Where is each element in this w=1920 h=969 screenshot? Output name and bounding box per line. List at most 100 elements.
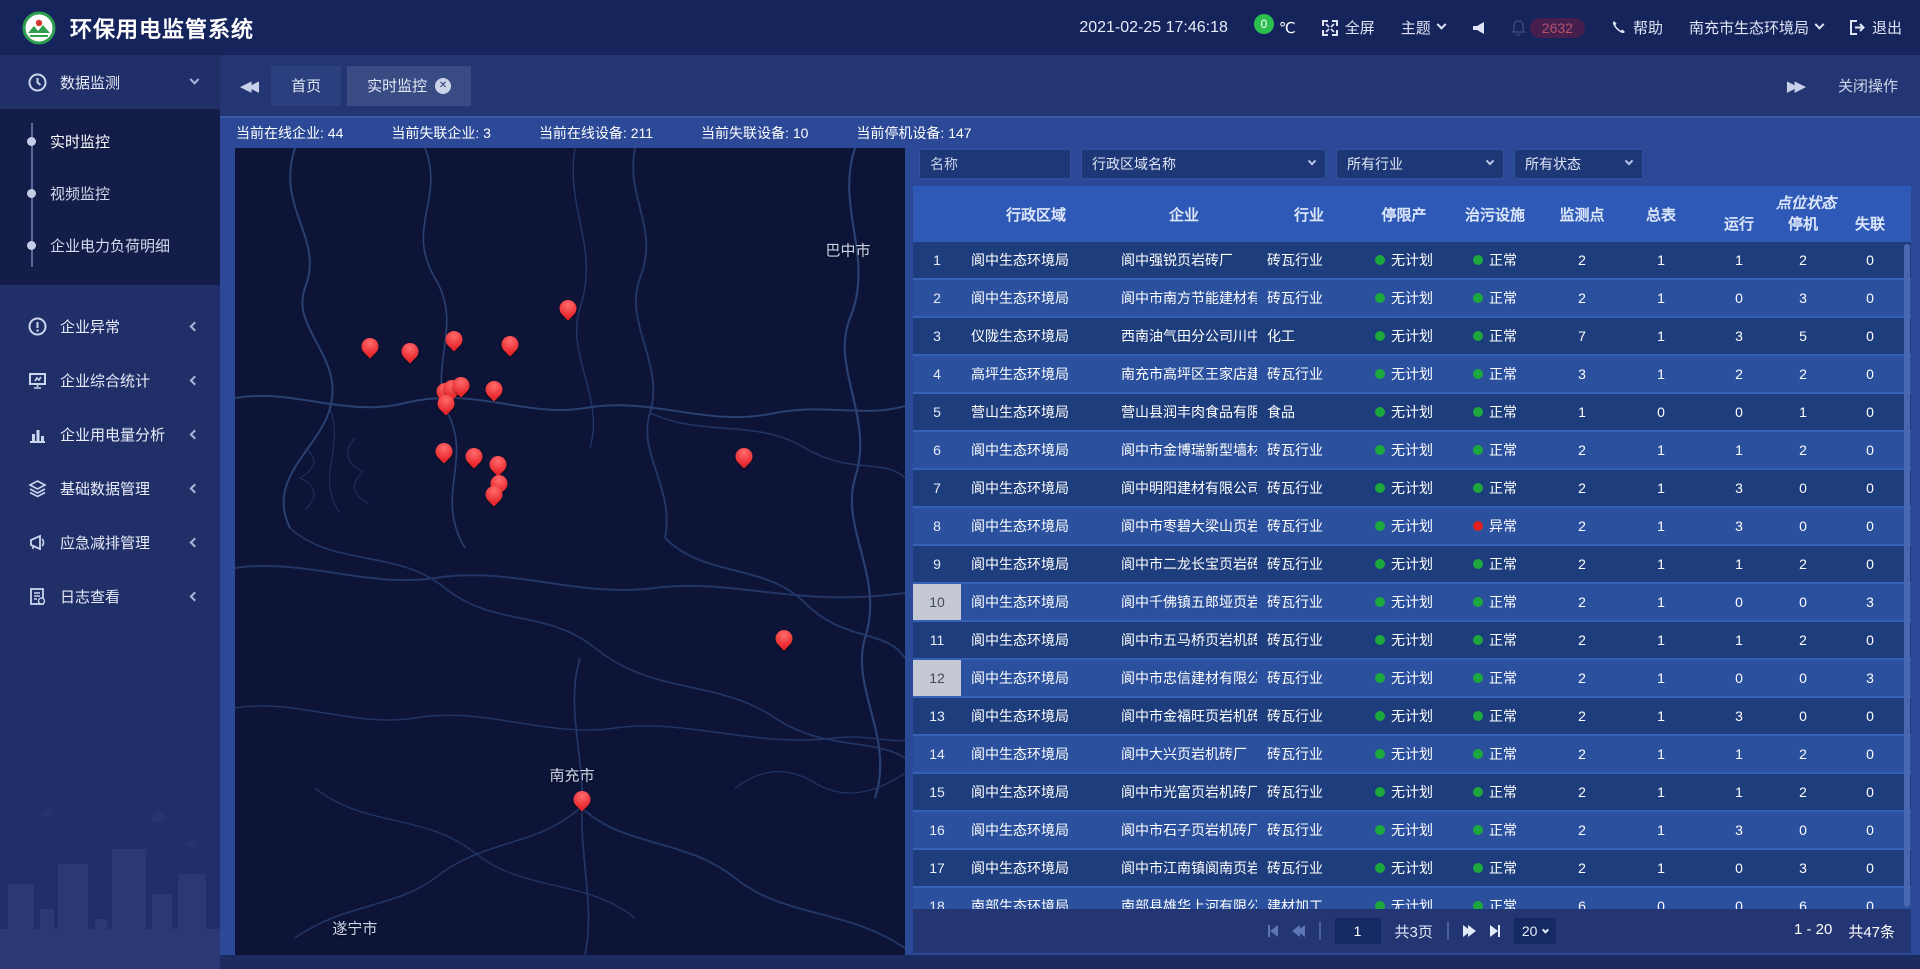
first-page-button[interactable] bbox=[1268, 925, 1278, 937]
table-row[interactable]: 4高坪生态环境局南充市高坪区王家店建砖瓦行业无计划正常31220 bbox=[913, 356, 1911, 394]
cell-monitor-count: 7 bbox=[1543, 318, 1621, 354]
status-dot-green-icon bbox=[1375, 293, 1385, 303]
cell-monitor-count: 2 bbox=[1543, 508, 1621, 544]
stat-value: 10 bbox=[793, 125, 809, 141]
cell-index: 11 bbox=[913, 622, 961, 658]
tab-close-icon[interactable]: ✕ bbox=[435, 78, 451, 94]
table-row[interactable]: 10阆中生态环境局阆中千佛镇五郎垭页岩砖瓦行业无计划正常21003 bbox=[913, 584, 1911, 622]
sidebar-item-realtime-monitor[interactable]: 实时监控 bbox=[0, 115, 220, 167]
notifications[interactable]: 2632 bbox=[1511, 18, 1585, 38]
cell-stop-count: 0 bbox=[1777, 584, 1829, 620]
cell-stop-count: 3 bbox=[1777, 280, 1829, 316]
cell-index: 13 bbox=[913, 698, 961, 734]
cell-facility-status: 正常 bbox=[1447, 774, 1543, 810]
limit-status-label: 无计划 bbox=[1391, 592, 1433, 612]
name-filter-input[interactable] bbox=[919, 149, 1071, 179]
table-row[interactable]: 9阆中生态环境局阆中市二龙长宝页岩砖砖瓦行业无计划正常21120 bbox=[913, 546, 1911, 584]
cell-region: 阆中生态环境局 bbox=[961, 812, 1111, 848]
table-row[interactable]: 6阆中生态环境局阆中市金博瑞新型墙材砖瓦行业无计划正常21120 bbox=[913, 432, 1911, 470]
cell-facility-status: 正常 bbox=[1447, 660, 1543, 696]
limit-status-label: 无计划 bbox=[1391, 554, 1433, 574]
limit-status-label: 无计划 bbox=[1391, 896, 1433, 909]
theme-dropdown[interactable]: 主题 bbox=[1401, 17, 1445, 38]
cell-monitor-count: 2 bbox=[1543, 660, 1621, 696]
stat-label: 当前在线企业: bbox=[236, 125, 328, 141]
map-panel[interactable]: 巴中市南充市遂宁市 bbox=[235, 148, 905, 955]
tab-label: 实时监控 bbox=[367, 75, 427, 96]
cell-index: 18 bbox=[913, 888, 961, 909]
close-operations-button[interactable]: 关闭操作 bbox=[1838, 75, 1898, 96]
tab-strip: ◀◀ 首页 实时监控 ✕ ▶▶ 关闭操作 bbox=[220, 55, 1920, 118]
table-row[interactable]: 13阆中生态环境局阆中市金福旺页岩机砖砖瓦行业无计划正常21300 bbox=[913, 698, 1911, 736]
status-dot-green-icon bbox=[1375, 597, 1385, 607]
cell-company: 西南油气田分公司川中 bbox=[1111, 318, 1257, 354]
sidebar-item-label: 企业用电量分析 bbox=[60, 424, 165, 445]
next-page-button[interactable] bbox=[1463, 925, 1476, 937]
theme-label: 主题 bbox=[1401, 17, 1431, 38]
table-row[interactable]: 1阆中生态环境局阆中强锐页岩砖厂砖瓦行业无计划正常21120 bbox=[913, 242, 1911, 280]
table-row[interactable]: 12阆中生态环境局阆中市忠信建材有限公砖瓦行业无计划正常21003 bbox=[913, 660, 1911, 698]
sidebar-submenu: 实时监控 视频监控 企业电力负荷明细 bbox=[0, 109, 220, 285]
table-row[interactable]: 15阆中生态环境局阆中市光富页岩机砖厂砖瓦行业无计划正常21120 bbox=[913, 774, 1911, 812]
tabs-scroll-left-button[interactable]: ◀◀ bbox=[230, 77, 265, 95]
table-row[interactable]: 5营山生态环境局营山县润丰肉食品有限食品无计划正常10010 bbox=[913, 394, 1911, 432]
table-row[interactable]: 8阆中生态环境局阆中市枣碧大梁山页岩砖瓦行业无计划异常21300 bbox=[913, 508, 1911, 546]
tab-realtime-monitor[interactable]: 实时监控 ✕ bbox=[347, 66, 471, 106]
sidebar-item-enterprise-abnormal[interactable]: 企业异常 bbox=[0, 299, 220, 353]
help-button[interactable]: 帮助 bbox=[1611, 17, 1663, 38]
sidebar-item-power-load-detail[interactable]: 企业电力负荷明细 bbox=[0, 219, 220, 271]
sidebar-item-emission-reduction[interactable]: 应急减排管理 bbox=[0, 515, 220, 569]
last-page-button[interactable] bbox=[1490, 925, 1500, 937]
table-row[interactable]: 17阆中生态环境局阆中市江南镇阆南页岩砖瓦行业无计划正常21030 bbox=[913, 850, 1911, 888]
cell-total-meter: 1 bbox=[1621, 546, 1701, 582]
cell-stop-count: 2 bbox=[1777, 736, 1829, 772]
fullscreen-button[interactable]: 全屏 bbox=[1322, 17, 1375, 38]
divider bbox=[1319, 922, 1321, 940]
sidebar-item-video-monitor[interactable]: 视频监控 bbox=[0, 167, 220, 219]
sidebar-item-power-analysis[interactable]: 企业用电量分析 bbox=[0, 407, 220, 461]
fullscreen-label: 全屏 bbox=[1345, 17, 1375, 38]
bullet-dot-icon bbox=[27, 137, 36, 146]
cell-region: 阆中生态环境局 bbox=[961, 736, 1111, 772]
tab-home[interactable]: 首页 bbox=[271, 66, 341, 106]
sidebar-item-label: 企业综合统计 bbox=[60, 370, 150, 391]
industry-filter-select[interactable]: 所有行业 bbox=[1336, 149, 1504, 179]
chevron-left-icon bbox=[190, 321, 200, 331]
sidebar-item-enterprise-stats[interactable]: 企业综合统计 bbox=[0, 353, 220, 407]
table-row[interactable]: 3仪陇生态环境局西南油气田分公司川中化工无计划正常71350 bbox=[913, 318, 1911, 356]
cell-facility-status: 正常 bbox=[1447, 280, 1543, 316]
table-row[interactable]: 16阆中生态环境局阆中市石子页岩机砖厂砖瓦行业无计划正常21300 bbox=[913, 812, 1911, 850]
cell-company: 营山县润丰肉食品有限 bbox=[1111, 394, 1257, 430]
cell-monitor-count: 2 bbox=[1543, 242, 1621, 278]
cell-monitor-count: 2 bbox=[1543, 774, 1621, 810]
cell-total-meter: 1 bbox=[1621, 508, 1701, 544]
table-row[interactable]: 2阆中生态环境局阆中市南方节能建材有砖瓦行业无计划正常21030 bbox=[913, 280, 1911, 318]
page-number-input[interactable] bbox=[1335, 918, 1381, 944]
status-dot-green-icon bbox=[1375, 255, 1385, 265]
table-panel: 行政区域名称 所有行业 所有状态 bbox=[913, 148, 1911, 955]
cell-limit-status: 无计划 bbox=[1361, 888, 1447, 909]
column-header-run: 运行 bbox=[1701, 213, 1777, 234]
region-filter-select[interactable]: 行政区域名称 bbox=[1081, 149, 1326, 179]
logout-button[interactable]: 退出 bbox=[1849, 17, 1902, 38]
cell-run-count: 2 bbox=[1701, 356, 1777, 392]
table-row[interactable]: 14阆中生态环境局阆中大兴页岩机砖厂砖瓦行业无计划正常21120 bbox=[913, 736, 1911, 774]
tabs-scroll-right-button[interactable]: ▶▶ bbox=[1777, 77, 1812, 95]
table-row[interactable]: 7阆中生态环境局阆中明阳建材有限公司砖瓦行业无计划正常21300 bbox=[913, 470, 1911, 508]
stat-label: 当前停机设备: bbox=[856, 125, 948, 141]
cell-company: 阆中市光富页岩机砖厂 bbox=[1111, 774, 1257, 810]
sidebar-item-data-monitor[interactable]: 数据监测 bbox=[0, 55, 220, 109]
mute-button[interactable] bbox=[1471, 21, 1485, 35]
sidebar-item-log-view[interactable]: 日志查看 bbox=[0, 569, 220, 623]
map-city-label: 南充市 bbox=[549, 765, 594, 786]
org-dropdown[interactable]: 南充市生态环境局 bbox=[1689, 17, 1823, 38]
table-row[interactable]: 18南部生态环境局南部县雄华上河有限公建材加工无计划正常60060 bbox=[913, 888, 1911, 909]
status-filter-select[interactable]: 所有状态 bbox=[1514, 149, 1643, 179]
sidebar-item-base-data[interactable]: 基础数据管理 bbox=[0, 461, 220, 515]
app-logo-icon bbox=[22, 11, 56, 45]
status-dot-green-icon bbox=[1375, 331, 1385, 341]
page-size-select[interactable]: 20 bbox=[1514, 918, 1557, 944]
prev-page-button[interactable] bbox=[1292, 925, 1305, 937]
limit-status-label: 无计划 bbox=[1391, 288, 1433, 308]
table-row[interactable]: 11阆中生态环境局阆中市五马桥页岩机砖砖瓦行业无计划正常21120 bbox=[913, 622, 1911, 660]
